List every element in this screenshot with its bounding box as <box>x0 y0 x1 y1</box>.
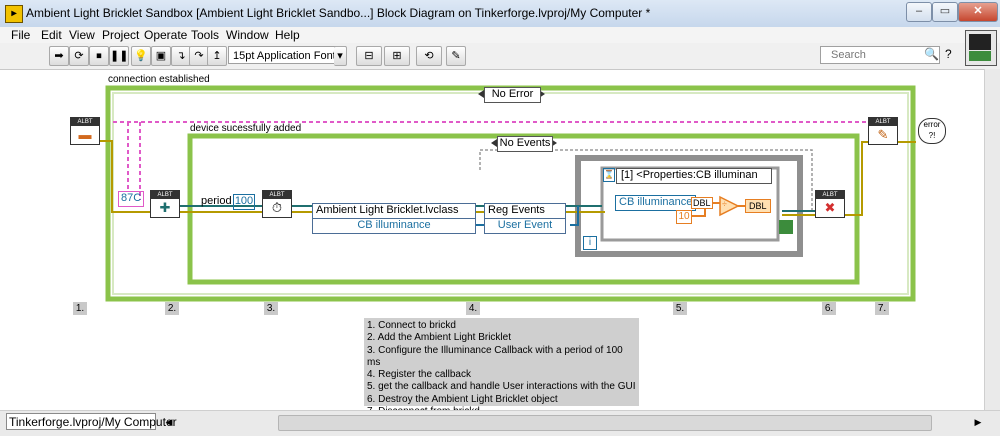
register-events-node[interactable]: Reg Events User Event <box>484 203 566 234</box>
period-constant[interactable]: 100 <box>233 194 255 210</box>
menu-help[interactable]: Help <box>275 28 300 42</box>
constant-10[interactable]: 10 <box>676 210 692 224</box>
menu-tools[interactable]: Tools <box>191 28 219 42</box>
distribute-objects-icon[interactable]: ⊞ <box>384 46 410 66</box>
lvclass-property-node[interactable]: Ambient Light Bricklet.lvclass CB illumi… <box>312 203 476 234</box>
step-label-2: 2. <box>165 302 179 315</box>
pause-button[interactable]: ❚❚ <box>109 46 129 66</box>
dbl-convert-in: DBL <box>691 197 713 209</box>
ip-constant[interactable]: 87C <box>118 191 145 207</box>
disconnect-vi[interactable]: ALBT ✎ <box>868 117 898 145</box>
step-label-3: 3. <box>264 302 278 315</box>
minimize-button[interactable]: – <box>906 2 932 22</box>
step-into-icon[interactable]: ↴ <box>171 46 191 66</box>
search-icon[interactable]: 🔍 <box>924 47 939 61</box>
run-button[interactable]: ➡ <box>49 46 69 66</box>
app-icon: ▸ <box>5 5 23 23</box>
add-bricklet-vi[interactable]: ALBT ✚ <box>150 190 180 218</box>
step-label-6: 6. <box>822 302 836 315</box>
clean-up-diagram-icon[interactable]: ✎ <box>446 46 466 66</box>
outer-structure-label: connection established <box>108 74 210 85</box>
error-indicator-icon[interactable]: error?! <box>918 118 946 144</box>
highlight-execution-icon[interactable]: 💡 <box>131 46 151 66</box>
font-dropdown-chevron-icon[interactable]: ▾ <box>334 46 347 66</box>
menu-operate[interactable]: Operate <box>144 28 187 42</box>
reorder-icon[interactable]: ⟲ <box>416 46 442 66</box>
menu-bar: File Edit View Project Operate Tools Win… <box>0 27 1000 43</box>
menu-file[interactable]: File <box>11 28 30 42</box>
note-line: 4. Register the callback <box>367 369 471 381</box>
vertical-scrollbar[interactable] <box>984 69 1000 410</box>
period-label: period <box>201 195 232 207</box>
create-ip-connection-vi[interactable]: ALBT ▬ <box>70 117 100 145</box>
vi-icon <box>965 30 997 66</box>
project-path-status: Tinkerforge.lvproj/My Computer <box>6 413 177 430</box>
note-line: 2. Add the Ambient Light Bricklet <box>367 332 511 344</box>
title-bar: ▸ Ambient Light Bricklet Sandbox [Ambien… <box>0 0 1000 28</box>
close-button[interactable]: ✕ <box>958 2 998 22</box>
hourglass-icon: ⌛ <box>603 168 615 182</box>
menu-view[interactable]: View <box>69 28 95 42</box>
retain-wire-values-icon[interactable]: ▣ <box>151 46 171 66</box>
step-over-icon[interactable]: ↷ <box>189 46 209 66</box>
event-case-selector[interactable]: [1] <Properties:CB illuminan <box>616 168 772 184</box>
step-out-icon[interactable]: ↥ <box>207 46 227 66</box>
set-callback-period-vi[interactable]: ALBT ⏱ <box>262 190 292 218</box>
scroll-right-icon[interactable]: ▶ <box>972 415 984 429</box>
cb-illuminance-node[interactable]: CB illuminance <box>615 195 697 211</box>
step-label-4: 4. <box>466 302 480 315</box>
outer-case-selector[interactable]: No Error <box>484 87 541 103</box>
inner-structure-label: device sucessfully added <box>190 123 302 134</box>
note-line: 1. Connect to brickd <box>367 320 456 331</box>
divide-function[interactable]: ÷ <box>722 199 727 209</box>
loop-iteration-terminal: i <box>583 236 597 250</box>
menu-edit[interactable]: Edit <box>41 28 62 42</box>
align-objects-icon[interactable]: ⊟ <box>356 46 382 66</box>
menu-window[interactable]: Window <box>226 28 269 42</box>
comment-notes[interactable]: 1. Connect to brickd 2. Add the Ambient … <box>364 318 639 417</box>
search-input[interactable]: Search <box>820 46 940 64</box>
note-line: 5. get the callback and handle User inte… <box>367 381 636 393</box>
font-select[interactable]: 15pt Application Font <box>228 46 346 64</box>
horizontal-scroll-thumb[interactable] <box>278 415 932 431</box>
dbl-indicator[interactable]: DBL <box>745 199 771 213</box>
destroy-bricklet-vi[interactable]: ALBT ✖ <box>815 190 845 218</box>
window-title: Ambient Light Bricklet Sandbox [Ambient … <box>26 6 651 20</box>
step-label-1: 1. <box>73 302 87 315</box>
help-icon[interactable]: ? <box>945 47 952 61</box>
run-continuously-button[interactable]: ⟳ <box>69 46 89 66</box>
stop-terminal[interactable] <box>779 220 793 234</box>
note-line: 6. Destroy the Ambient Light Bricklet ob… <box>367 393 558 405</box>
step-label-7: 7. <box>875 302 889 315</box>
note-line: 3. Configure the Illuminance Callback wi… <box>367 344 623 368</box>
menu-project[interactable]: Project <box>102 28 139 42</box>
maximize-button[interactable]: ▭ <box>932 2 958 22</box>
step-label-5: 5. <box>673 302 687 315</box>
abort-button[interactable]: ⏹ <box>89 46 109 66</box>
inner-case-selector[interactable]: No Events <box>497 136 553 152</box>
